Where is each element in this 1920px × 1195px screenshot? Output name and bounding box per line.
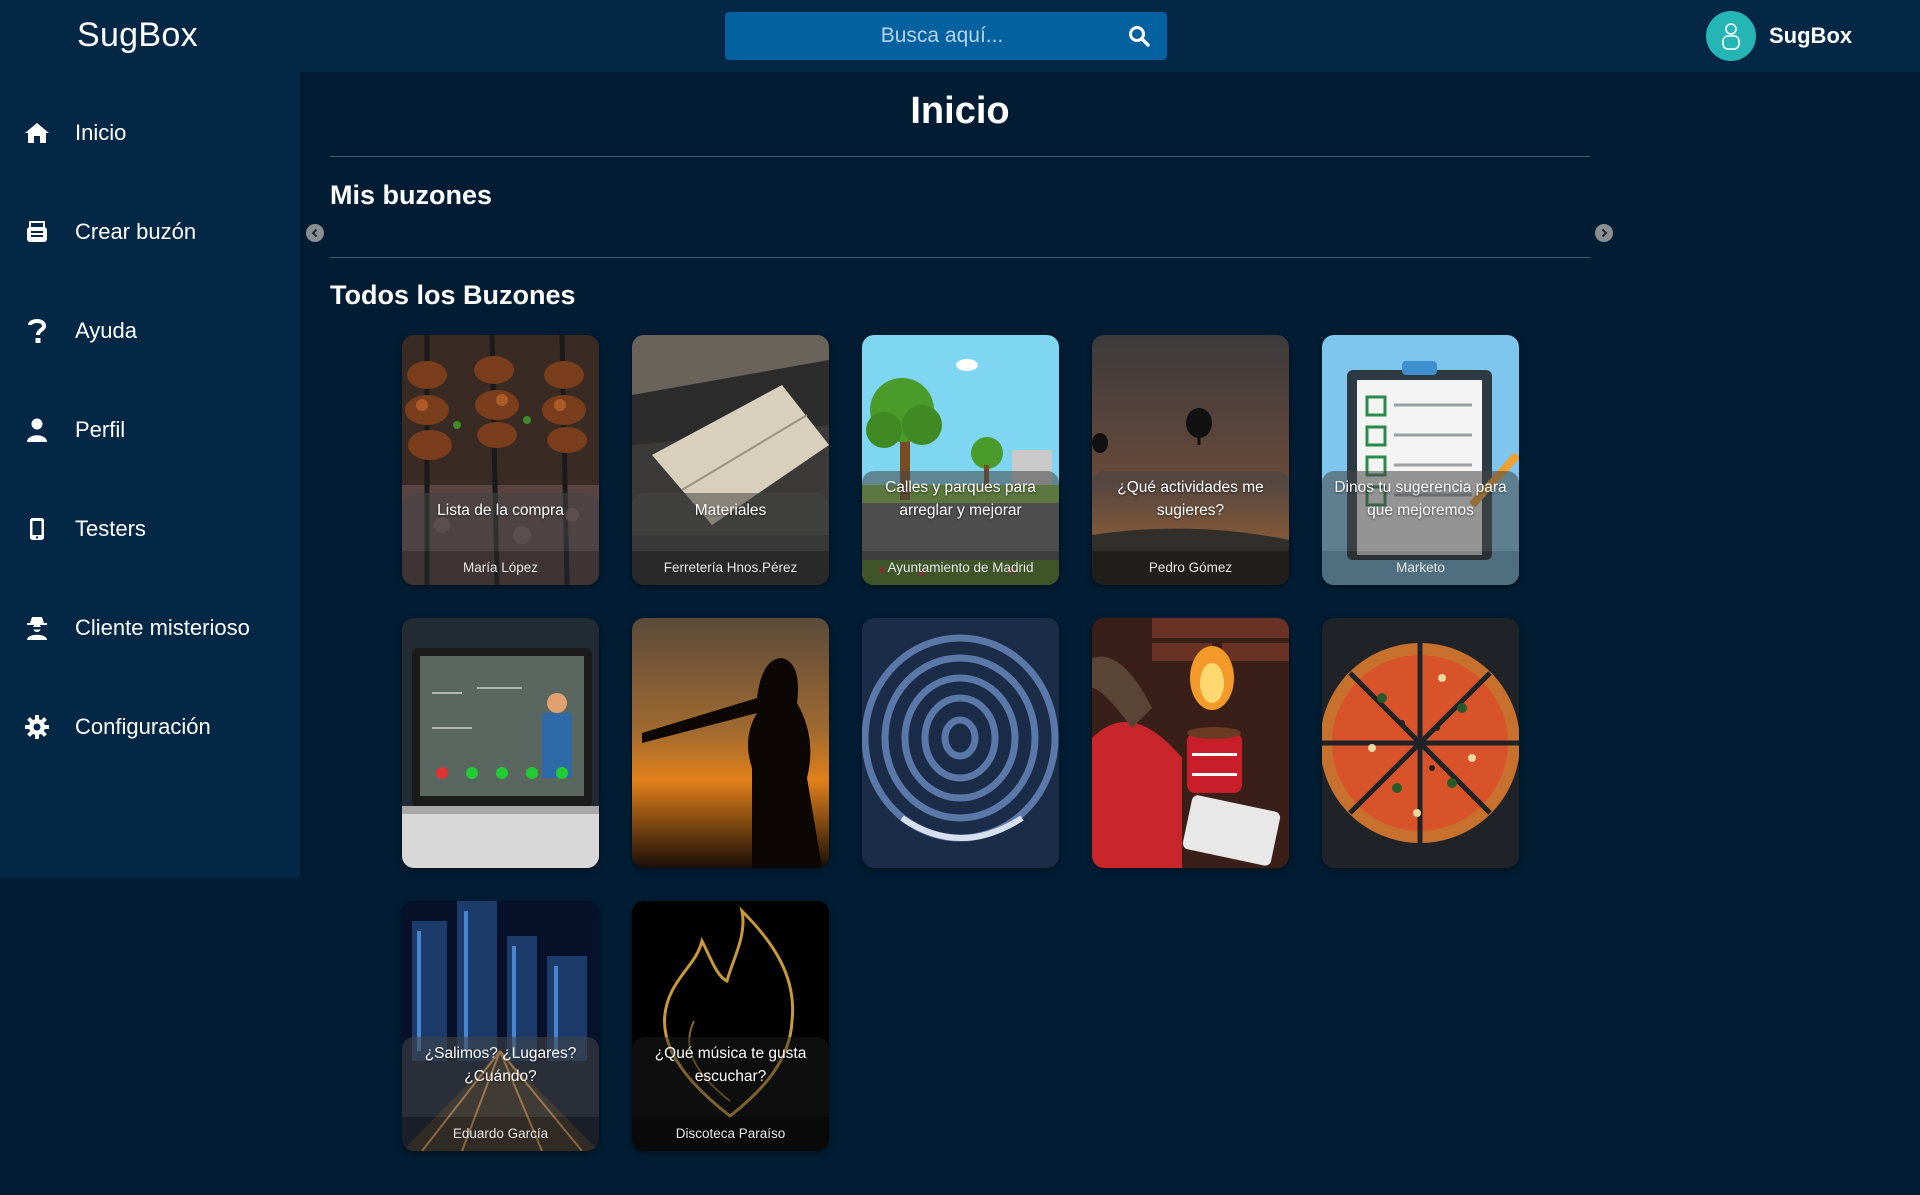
mailbox-owner: Marketo [1322, 551, 1519, 585]
mailbox-owner: Ferretería Hnos.Pérez [632, 551, 829, 585]
home-icon [24, 120, 50, 146]
mailbox-card[interactable]: ¿Qué actividades me sugieres? Pedro Góme… [1092, 335, 1289, 585]
sidebar-item-label: Configuración [75, 714, 211, 739]
main-content: Inicio Mis buzones Todos los Buzones Lis… [300, 72, 1613, 1195]
profile-name[interactable]: SugBox [1769, 23, 1852, 49]
search-input[interactable] [725, 12, 1115, 60]
user-outline-icon [1722, 23, 1740, 50]
carousel-prev-button[interactable] [306, 224, 324, 242]
mailbox-owner: Pedro Gómez [1092, 551, 1289, 585]
mailbox-owner: Eduardo García [402, 1117, 599, 1151]
mailbox-owner: María López [402, 551, 599, 585]
silhouette-sunset-image [632, 618, 829, 868]
mailbox-card[interactable] [402, 618, 599, 868]
profile-menu[interactable]: SugBox [1706, 11, 1852, 61]
mobile-icon [24, 516, 50, 542]
mailbox-title: Materiales [694, 502, 767, 519]
mailbox-title: Dinos tu sugerencia para que mejoremos [1334, 479, 1507, 519]
question-icon [24, 318, 50, 344]
sidebar-item-label: Inicio [75, 120, 127, 145]
mailbox-card[interactable] [632, 618, 829, 868]
sidebar-item-inicio[interactable]: Inicio [0, 103, 300, 163]
mailbox-card[interactable] [1092, 618, 1289, 868]
pizza-image [1322, 618, 1519, 868]
user-icon [24, 417, 50, 443]
sidebar-item-crear-buzon[interactable]: Crear buzón [0, 202, 300, 262]
brand-logo[interactable]: SugBox [77, 16, 198, 55]
mailbox-title: Lista de la compra [437, 502, 564, 519]
sidebar-item-label: Ayuda [75, 318, 137, 343]
mailbox-title: ¿Qué música te gusta escuchar? [654, 1045, 807, 1085]
mailbox-card[interactable]: ¿Qué música te gusta escuchar? Discoteca… [632, 901, 829, 1151]
blue-maze-image [862, 618, 1059, 868]
sidebar-item-label: Cliente misterioso [75, 615, 250, 640]
chevron-right-icon [1601, 228, 1608, 238]
sidebar-item-label: Testers [75, 516, 146, 541]
mailbox-title: Calles y parques para arreglar y mejorar [885, 479, 1036, 519]
online-class-laptop-image [402, 618, 599, 868]
carousel-next-button[interactable] [1595, 224, 1613, 242]
mailbox-card[interactable]: Dinos tu sugerencia para que mejoremos M… [1322, 335, 1519, 585]
top-bar: SugBox SugBox [0, 0, 1920, 72]
mailbox-owner: Ayuntamiento de Madrid [862, 551, 1059, 585]
mailbox-title: ¿Salimos? ¿Lugares? ¿Cuándo? [424, 1045, 577, 1085]
mailbox-icon [24, 219, 50, 245]
my-mailboxes-title: Mis buzones [330, 180, 493, 210]
search-icon[interactable] [1127, 24, 1151, 48]
sidebar-item-label: Perfil [75, 417, 126, 442]
sidebar-item-testers[interactable]: Testers [0, 499, 300, 559]
sidebar-item-label: Crear buzón [75, 219, 197, 244]
mailbox-title: ¿Qué actividades me sugieres? [1117, 479, 1264, 519]
all-mailboxes-title: Todos los Buzones [330, 280, 576, 310]
page-title: Inicio [910, 90, 1010, 132]
cozy-fireplace-mug-image [1092, 618, 1289, 868]
mailbox-card[interactable] [862, 618, 1059, 868]
sidebar: Inicio Crear buzón Ayuda Perfil Testers … [0, 72, 300, 878]
chevron-left-icon [311, 228, 318, 238]
mailbox-card[interactable]: Materiales Ferretería Hnos.Pérez [632, 335, 829, 585]
mailbox-card[interactable]: ¿Salimos? ¿Lugares? ¿Cuándo? Eduardo Gar… [402, 901, 599, 1151]
gear-icon [24, 714, 50, 740]
user-secret-icon [24, 615, 50, 641]
divider [330, 156, 1590, 157]
mailbox-card[interactable] [1322, 618, 1519, 868]
mailbox-card[interactable]: Lista de la compra María López [402, 335, 599, 585]
mailbox-owner: Discoteca Paraíso [632, 1117, 829, 1151]
sidebar-item-configuracion[interactable]: Configuración [0, 697, 300, 757]
search-box [725, 12, 1167, 60]
mailbox-card[interactable]: Calles y parques para arreglar y mejorar… [862, 335, 1059, 585]
sidebar-item-cliente-misterioso[interactable]: Cliente misterioso [0, 598, 300, 658]
sidebar-item-ayuda[interactable]: Ayuda [0, 301, 300, 361]
avatar[interactable] [1706, 11, 1756, 61]
sidebar-item-perfil[interactable]: Perfil [0, 400, 300, 460]
divider [330, 257, 1590, 258]
